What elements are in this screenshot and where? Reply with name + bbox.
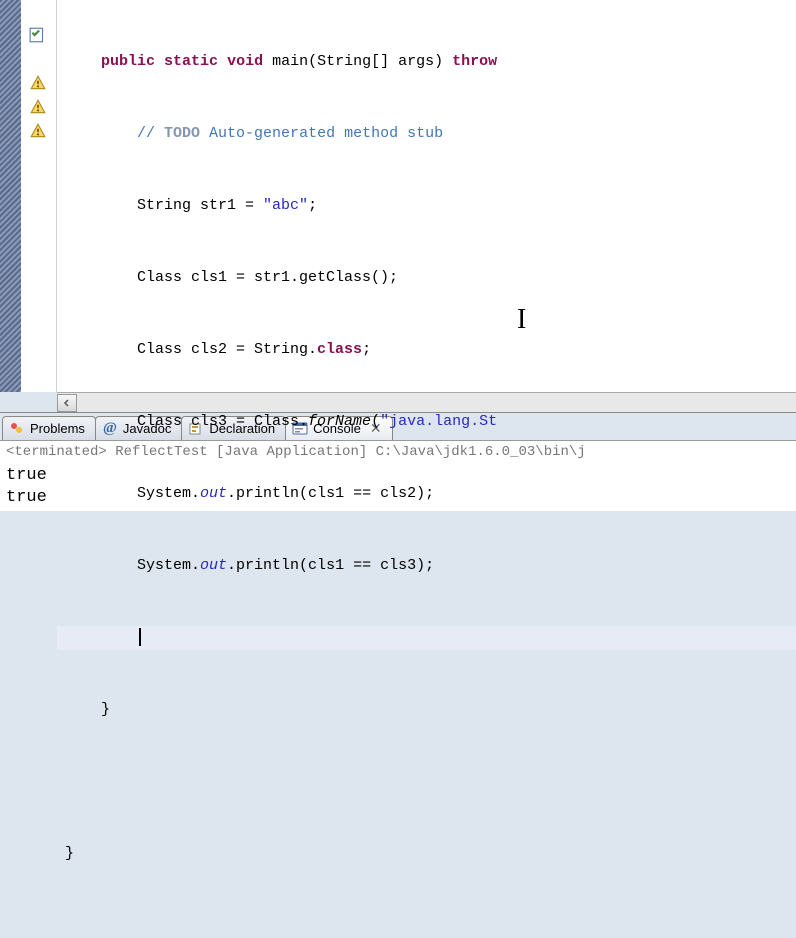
comment: Auto-generated method stub: [200, 125, 443, 142]
static-field: out: [200, 485, 227, 502]
string-literal: "java.lang.St: [380, 413, 497, 430]
string-literal: "abc": [263, 197, 308, 214]
code-editor[interactable]: public static void main(String[] args) t…: [0, 0, 796, 392]
warning-icon[interactable]: [29, 122, 47, 140]
keyword: public: [101, 53, 155, 70]
current-line: [57, 626, 796, 650]
task-marker-icon[interactable]: [29, 26, 47, 44]
text-cursor: [139, 628, 141, 646]
folding-ruler[interactable]: [0, 0, 21, 392]
code-text: [65, 53, 101, 70]
code-content[interactable]: public static void main(String[] args) t…: [57, 0, 796, 392]
warning-icon[interactable]: [29, 98, 47, 116]
problems-icon: [9, 421, 25, 437]
gutter[interactable]: [21, 0, 57, 392]
warning-icon[interactable]: [29, 74, 47, 92]
static-field: out: [200, 557, 227, 574]
keyword: void: [227, 53, 263, 70]
comment: //: [137, 125, 164, 142]
mouse-cursor-icon: I: [517, 308, 526, 332]
todo-tag: TODO: [164, 125, 200, 142]
keyword: static: [164, 53, 218, 70]
keyword: class: [317, 341, 362, 358]
keyword: throw: [452, 53, 497, 70]
static-method: forName: [308, 413, 371, 430]
